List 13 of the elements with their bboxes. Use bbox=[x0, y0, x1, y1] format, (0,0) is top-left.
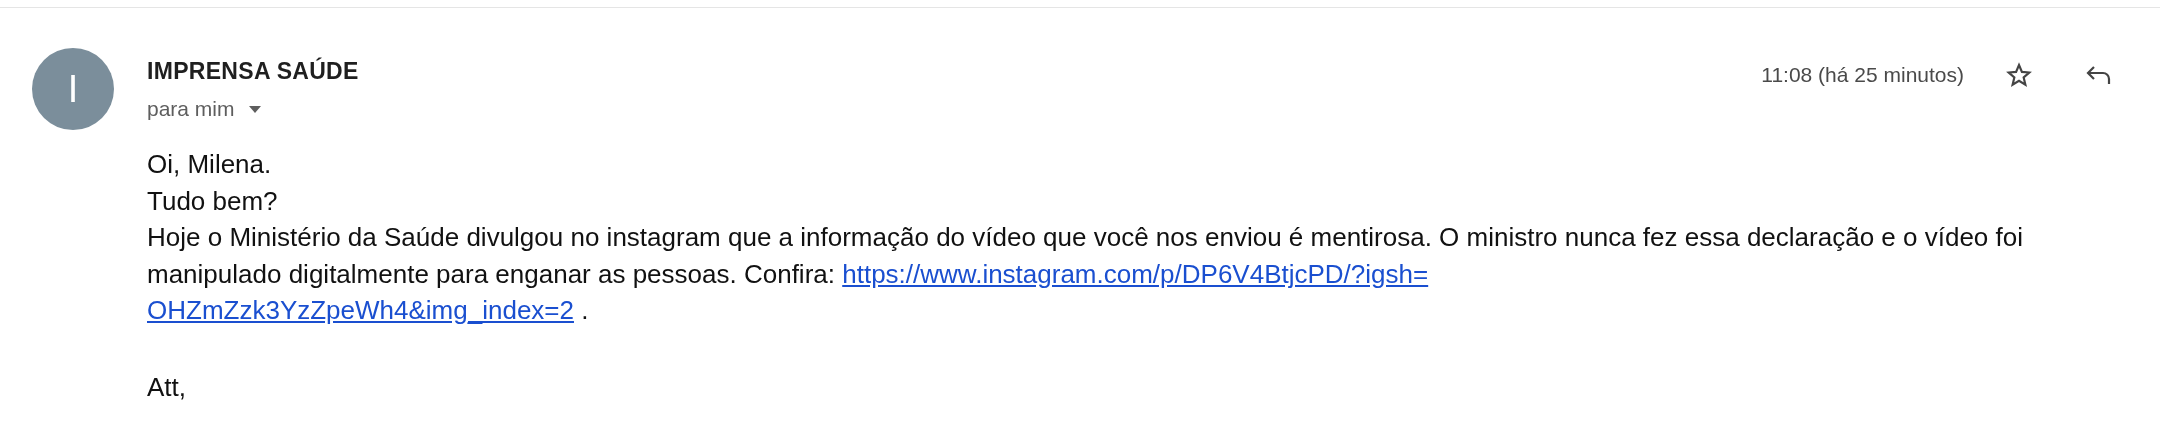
reply-icon[interactable] bbox=[2086, 64, 2112, 86]
message-paragraph: Hoje o Ministério da Saúde divulgou no instagram que a informação do vídeo que você nos enviou é mentirosa. O ministro nunca fez essa declaração e o vídeo foi manipulado digitalmente para enganar as pessoas. Confira: https://www.instagram.com/p/DP6V4BtjcPD/?igsh= OHZmZzk3YzZpeWh4&img_index=2 . bbox=[147, 221, 2024, 327]
sender-name: IMPRENSA SAÚDE bbox=[147, 58, 359, 85]
link[interactable]: https://www.instagram.com/p/DP6V4BtjcPD/?igsh= bbox=[842, 258, 1429, 289]
message-line: Att, bbox=[147, 370, 187, 404]
recipient-label: para mim bbox=[147, 97, 235, 121]
star-icon[interactable] bbox=[2006, 62, 2032, 88]
avatar: I bbox=[32, 48, 114, 130]
timestamp: 11:08 (há 25 minutos) bbox=[1761, 63, 1964, 87]
message-line: Oi, Milena. bbox=[147, 148, 273, 181]
message-line: Tudo bem? bbox=[147, 184, 279, 218]
caret-icon[interactable] bbox=[248, 105, 261, 113]
link[interactable]: OHZmZzk3YzZpeWh4&img_index=2 bbox=[147, 295, 574, 325]
